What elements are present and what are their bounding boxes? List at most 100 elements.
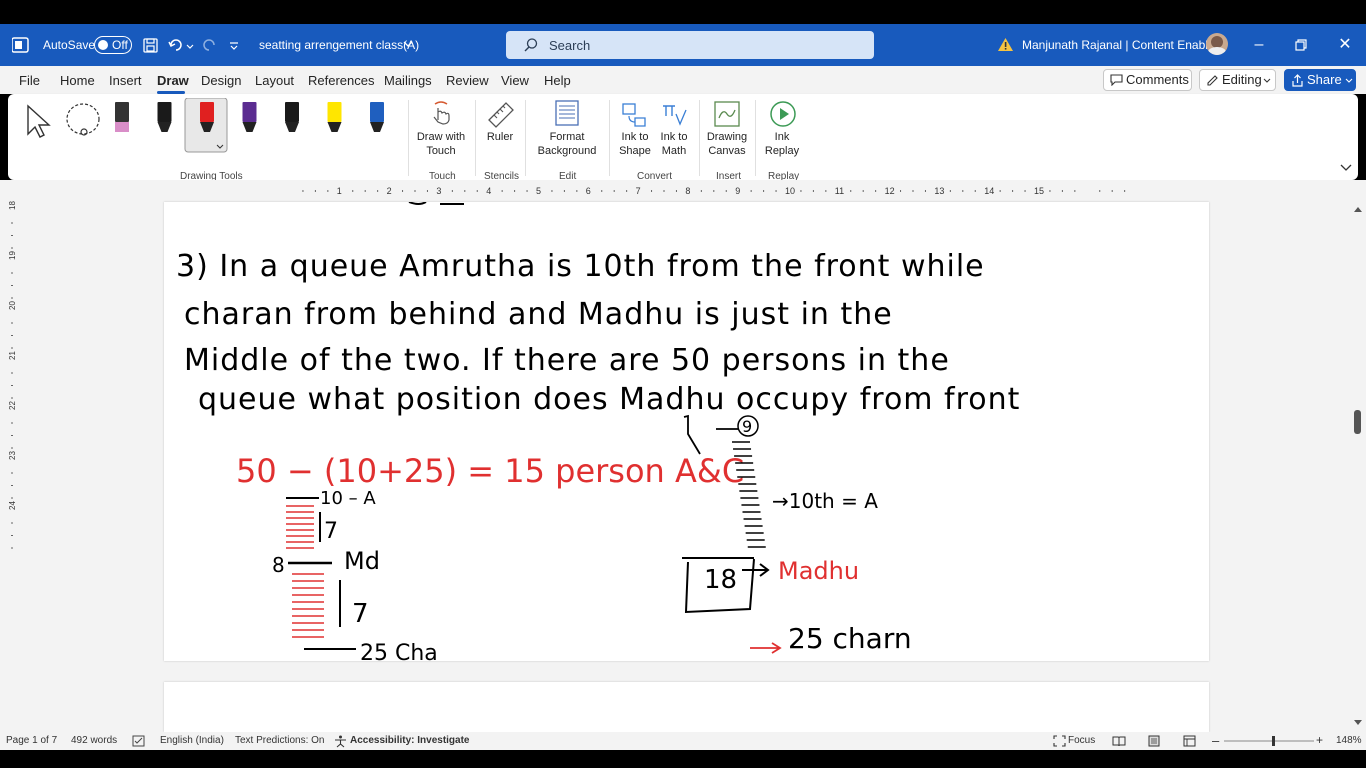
draw-with-touch-button[interactable]: Draw with Touch xyxy=(413,130,469,158)
editing-label: Editing xyxy=(1222,72,1262,87)
ruler-label: 1 xyxy=(337,186,342,196)
pen-red-icon[interactable] xyxy=(184,98,228,153)
ruler-tick xyxy=(11,485,13,486)
tab-mailings[interactable]: Mailings xyxy=(384,73,432,88)
tab-help[interactable]: Help xyxy=(544,73,571,88)
draw-with-touch-line2: Touch xyxy=(426,145,456,157)
document-title[interactable]: seatting arrengement class(A) xyxy=(259,38,419,52)
zoom-slider[interactable] xyxy=(1224,735,1314,747)
chevron-down-icon xyxy=(1345,78,1353,83)
tab-view[interactable]: View xyxy=(501,73,529,88)
vertical-scrollbar[interactable] xyxy=(1350,200,1366,730)
ruler-label: 8 xyxy=(685,186,690,196)
ruler-tick xyxy=(812,190,814,192)
page-count[interactable]: Page 1 of 7 xyxy=(6,735,57,746)
tab-references[interactable]: References xyxy=(308,73,374,88)
accessibility-icon[interactable] xyxy=(334,735,347,748)
search-input[interactable]: Search xyxy=(506,31,874,59)
close-button[interactable]: ✕ xyxy=(1330,34,1360,56)
word-count[interactable]: 492 words xyxy=(71,735,117,746)
scroll-up-icon[interactable] xyxy=(1354,207,1362,212)
label-25-cha: 25 Cha xyxy=(360,641,438,661)
ruler-tick xyxy=(11,385,13,386)
web-layout-icon[interactable] xyxy=(1183,735,1196,747)
pen-gallery[interactable] xyxy=(108,98,408,160)
tab-layout[interactable]: Layout xyxy=(255,73,294,88)
collapse-ribbon-icon[interactable] xyxy=(1340,164,1352,172)
ruler-tick xyxy=(11,447,13,449)
word-app-icon[interactable] xyxy=(12,37,30,53)
format-background-button[interactable]: Format Background xyxy=(535,130,599,158)
handwriting-canvas[interactable]: 3) In a queue Amrutha is 10th from the f… xyxy=(164,201,1209,666)
ruler-button[interactable]: Ruler xyxy=(482,130,518,144)
restore-button[interactable] xyxy=(1286,34,1316,56)
calculation: 50 − (10+25) = 15 person A&C xyxy=(236,452,744,490)
pen-purple-icon[interactable] xyxy=(242,102,257,132)
question-line-3: Middle of the two. If there are 50 perso… xyxy=(184,343,950,378)
ruler-label: 12 xyxy=(885,186,895,196)
ink-stroke xyxy=(292,573,324,638)
tab-review[interactable]: Review xyxy=(446,73,489,88)
ink-replay-button[interactable]: Ink Replay xyxy=(764,130,800,158)
proofing-icon[interactable] xyxy=(132,735,145,747)
lasso-select-icon[interactable] xyxy=(64,102,104,138)
avatar[interactable] xyxy=(1206,33,1228,55)
focus-button[interactable]: Focus xyxy=(1068,735,1095,746)
zoom-slider-thumb[interactable] xyxy=(1272,736,1275,746)
warning-icon[interactable] xyxy=(997,37,1014,52)
ruler-tick xyxy=(912,190,914,192)
pen-black-icon[interactable] xyxy=(157,102,172,132)
zoom-level[interactable]: 148% xyxy=(1336,735,1362,746)
ruler-tick xyxy=(563,190,565,192)
ink-to-shape-button[interactable]: Ink to Shape xyxy=(617,130,653,158)
chevron-down-icon[interactable] xyxy=(403,41,413,49)
ruler-label: 19 xyxy=(8,251,17,260)
share-button[interactable]: Share xyxy=(1284,69,1356,91)
tab-home[interactable]: Home xyxy=(60,73,95,88)
zoom-out-button[interactable]: – xyxy=(1212,733,1219,748)
accessibility-status[interactable]: Accessibility: Investigate xyxy=(350,735,470,746)
ruler-tick xyxy=(601,190,603,192)
tab-design[interactable]: Design xyxy=(201,73,241,88)
read-mode-icon[interactable] xyxy=(1112,735,1126,747)
print-layout-icon[interactable] xyxy=(1148,735,1160,747)
ruler-tick xyxy=(626,190,628,192)
customize-toolbar-icon[interactable] xyxy=(229,41,239,51)
document-page[interactable]: 3) In a queue Amrutha is 10th from the f… xyxy=(164,201,1209,666)
ruler-tick xyxy=(11,497,13,499)
share-label: Share xyxy=(1307,72,1342,87)
autosave-toggle[interactable]: Off xyxy=(94,36,132,54)
select-pointer-icon[interactable] xyxy=(24,104,54,140)
drawing-canvas-button[interactable]: Drawing Canvas xyxy=(705,130,749,158)
save-icon[interactable] xyxy=(143,38,158,53)
language[interactable]: English (India) xyxy=(160,735,224,746)
ink-to-shape-icon xyxy=(622,103,646,127)
left-queue-diagram: 10 – A 7 8 Md 7 25 Cha xyxy=(272,488,438,666)
user-name[interactable]: Manjunath Rajanal | Content Enablers xyxy=(1022,38,1225,52)
text-predictions[interactable]: Text Predictions: On xyxy=(235,735,324,746)
zoom-in-button[interactable]: + xyxy=(1316,733,1323,747)
ink-to-math-button[interactable]: Ink to Math xyxy=(656,130,692,158)
minimize-button[interactable]: – xyxy=(1244,34,1274,56)
tab-insert[interactable]: Insert xyxy=(109,73,142,88)
undo-icon[interactable] xyxy=(168,38,194,53)
editing-mode-button[interactable]: Editing xyxy=(1199,69,1276,91)
vertical-ruler[interactable]: 18 19 20 21 22 23 24 xyxy=(6,200,18,660)
redo-icon[interactable] xyxy=(201,38,219,53)
highlighter-pen-yellow-icon[interactable] xyxy=(115,102,129,132)
comments-button[interactable]: Comments xyxy=(1103,69,1192,91)
ruler-tick xyxy=(725,190,727,192)
horizontal-ruler[interactable]: 1 2 3 4 5 6 7 8 9 10 11 12 13 14 15 xyxy=(20,185,1210,197)
ruler-tick xyxy=(464,190,466,192)
ruler-tick xyxy=(11,397,13,399)
ruler-label: 10 xyxy=(785,186,795,196)
highlighter-yellow-icon[interactable] xyxy=(327,102,342,132)
tab-draw[interactable]: Draw xyxy=(157,73,189,88)
scroll-thumb[interactable] xyxy=(1354,410,1361,434)
document-page-2[interactable] xyxy=(164,682,1209,732)
label-10th-a: →10th = A xyxy=(772,489,878,513)
pen-blue-sparkle-icon[interactable] xyxy=(370,102,384,132)
pen-black-2-icon[interactable] xyxy=(285,102,299,132)
tab-file[interactable]: File xyxy=(19,73,40,88)
scroll-down-icon[interactable] xyxy=(1354,720,1362,725)
